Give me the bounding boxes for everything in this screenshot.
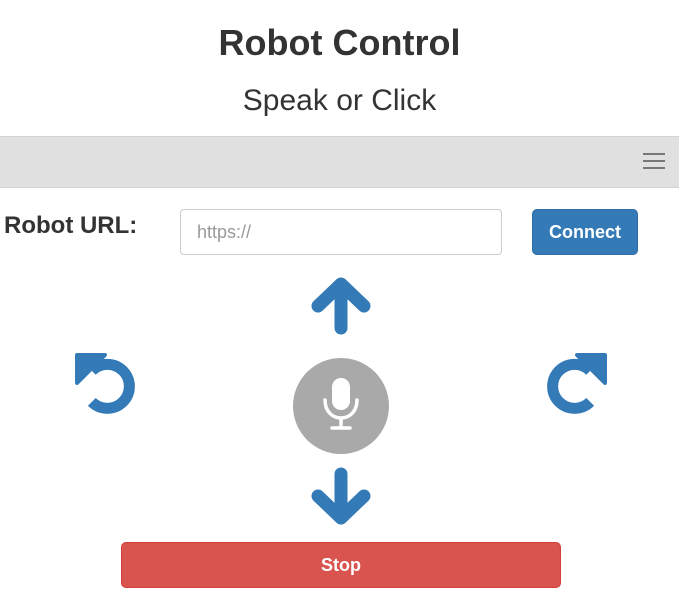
voice-command-button[interactable] [293, 358, 389, 454]
rotate-left-icon [75, 353, 135, 414]
hamburger-menu-icon[interactable] [643, 153, 667, 171]
arrow-up-icon [311, 277, 371, 335]
stop-button[interactable]: Stop [121, 542, 561, 588]
page-title: Robot Control [218, 22, 461, 63]
connect-button[interactable]: Connect [532, 209, 638, 255]
arrow-down-icon [311, 467, 371, 525]
move-forward-button[interactable] [308, 276, 374, 336]
rotate-left-button[interactable] [74, 352, 140, 418]
page-subtitle: Speak or Click [242, 84, 437, 117]
microphone-icon [323, 378, 359, 430]
rotate-right-button[interactable] [542, 352, 608, 418]
robot-control-page: Robot Control Speak or Click Robot URL: … [0, 0, 679, 591]
robot-url-input[interactable] [180, 209, 502, 255]
move-backward-button[interactable] [308, 466, 374, 526]
rotate-right-icon [547, 353, 607, 414]
robot-url-label: Robot URL: [4, 212, 138, 239]
navbar [0, 136, 679, 188]
